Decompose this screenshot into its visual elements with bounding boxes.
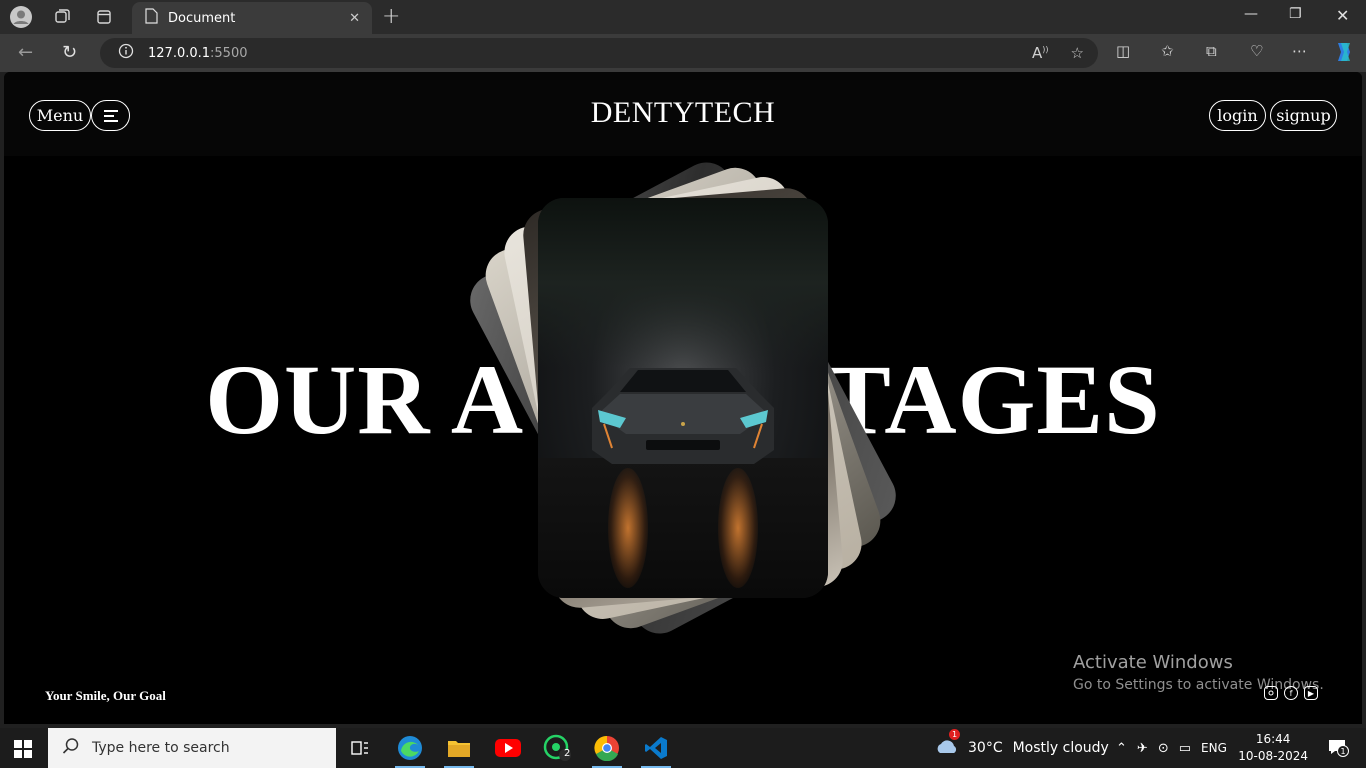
weather-widget[interactable]: 1 30°C Mostly cloudy xyxy=(934,728,1109,768)
notification-center-icon[interactable]: 1 xyxy=(1328,738,1349,760)
facebook-icon[interactable]: f xyxy=(1284,686,1298,700)
instagram-icon[interactable] xyxy=(1264,686,1278,700)
activate-title: Activate Windows xyxy=(1073,652,1233,673)
brand-logo: DENTYTECH xyxy=(590,96,776,129)
hero-heading-left: OUR A xyxy=(205,344,525,455)
tab-title: Document xyxy=(168,10,236,26)
notification-count: 1 xyxy=(1337,745,1349,757)
tab-document[interactable]: Document ✕ xyxy=(132,2,372,34)
car-image-card xyxy=(538,198,828,598)
youtube-icon[interactable]: ▶ xyxy=(1304,686,1318,700)
browser-essentials-icon[interactable]: ♡ xyxy=(1250,42,1263,60)
meet-now-icon[interactable]: ⊙ xyxy=(1158,741,1169,756)
new-tab-button[interactable]: + xyxy=(382,4,400,29)
chevron-up-icon[interactable]: ⌃ xyxy=(1116,741,1127,756)
clock-time: 16:44 xyxy=(1255,732,1291,746)
close-window-icon[interactable]: ✕ xyxy=(1336,6,1349,25)
page-icon xyxy=(144,8,158,28)
read-aloud-icon[interactable]: A)) xyxy=(1032,44,1049,62)
taskbar-clock[interactable]: 16:44 10-08-2024 xyxy=(1238,731,1308,765)
social-links: f ▶ xyxy=(1264,686,1318,700)
weather-desc: Mostly cloudy xyxy=(1012,740,1109,756)
edge-icon[interactable] xyxy=(393,732,427,768)
file-explorer-icon[interactable] xyxy=(442,732,476,768)
more-options-icon[interactable]: ⋯ xyxy=(1292,42,1307,60)
weather-temp: 30°C xyxy=(968,740,1003,756)
login-button[interactable]: login xyxy=(1209,100,1266,131)
signup-button[interactable]: signup xyxy=(1270,100,1337,131)
network-icon[interactable]: ✈ xyxy=(1137,741,1148,756)
web-page: Menu DENTYTECH login signup OUR A TAGES xyxy=(4,72,1362,724)
browser-titlebar: Document ✕ + — ❐ ✕ xyxy=(0,0,1366,34)
task-view-icon[interactable] xyxy=(343,732,377,764)
reload-icon[interactable]: ↻ xyxy=(62,42,77,63)
vscode-icon[interactable] xyxy=(639,732,673,768)
system-tray: ⌃ ✈ ⊙ ▭ ENG xyxy=(1116,728,1227,768)
weather-badge: 1 xyxy=(949,729,960,740)
browser-toolbar: ← ↻ 127.0.0.1:5500 A)) ☆ ◫ ✩ ⧉ ♡ ⋯ xyxy=(0,34,1366,72)
minimize-icon[interactable]: — xyxy=(1244,6,1258,22)
workspaces-icon[interactable] xyxy=(51,6,73,28)
close-tab-icon[interactable]: ✕ xyxy=(349,11,360,26)
sports-car-image xyxy=(592,368,774,464)
whatsapp-icon[interactable]: 2 xyxy=(540,732,574,764)
youtube-app-icon[interactable] xyxy=(491,732,525,764)
forest-backdrop xyxy=(538,198,828,368)
windows-taskbar: Type here to search 2 1 30°C Mostly clou… xyxy=(0,728,1366,768)
site-navbar: Menu DENTYTECH login signup xyxy=(4,72,1362,156)
back-icon[interactable]: ← xyxy=(18,42,33,63)
image-card-stack[interactable] xyxy=(461,153,905,643)
hero-heading-right: TAGES xyxy=(824,344,1161,455)
windows-start-icon[interactable] xyxy=(14,740,32,758)
restore-icon[interactable]: ❐ xyxy=(1289,6,1302,22)
battery-icon[interactable]: ▭ xyxy=(1179,741,1191,756)
clock-date: 10-08-2024 xyxy=(1238,749,1308,763)
copilot-icon[interactable] xyxy=(1332,40,1356,68)
headlight-reflection xyxy=(718,468,758,588)
url-host: 127.0.0.1 xyxy=(148,45,211,61)
chrome-icon[interactable] xyxy=(590,732,624,768)
address-bar[interactable]: 127.0.0.1:5500 A)) ☆ xyxy=(100,38,1098,68)
whatsapp-badge: 2 xyxy=(564,748,571,759)
language-indicator[interactable]: ENG xyxy=(1201,741,1227,755)
site-info-icon[interactable] xyxy=(118,43,134,63)
cloud-icon: 1 xyxy=(934,729,960,759)
favorites-icon[interactable]: ✩ xyxy=(1161,42,1174,60)
search-icon xyxy=(62,737,80,759)
profile-icon[interactable] xyxy=(10,6,32,28)
tab-actions-icon[interactable] xyxy=(93,6,115,28)
favorite-star-icon[interactable]: ☆ xyxy=(1071,44,1084,62)
taskbar-search[interactable]: Type here to search xyxy=(48,728,336,768)
headlight-reflection xyxy=(608,468,648,588)
split-screen-icon[interactable]: ◫ xyxy=(1116,42,1130,60)
road xyxy=(538,458,828,598)
search-placeholder: Type here to search xyxy=(92,740,230,756)
collections-icon[interactable]: ⧉ xyxy=(1206,42,1217,60)
url-port: :5500 xyxy=(210,45,248,61)
tagline: Your Smile, Our Goal xyxy=(45,688,166,703)
